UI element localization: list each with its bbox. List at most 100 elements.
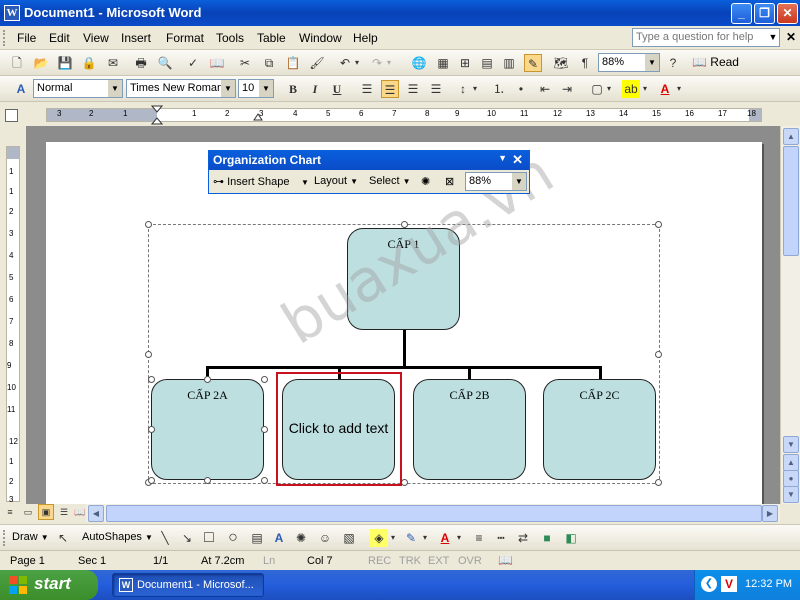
numbering-icon[interactable]: ⒈: [490, 80, 508, 98]
fit-text-icon[interactable]: ⊠: [445, 175, 454, 188]
select-objects-icon[interactable]: ↖: [54, 529, 72, 547]
line-color-icon[interactable]: ✎: [402, 529, 420, 547]
line-spacing-dropdown-icon[interactable]: ▾: [470, 80, 480, 98]
insert-table-icon[interactable]: ⊞: [456, 54, 474, 72]
document-close-button[interactable]: ✕: [786, 30, 796, 44]
start-button[interactable]: start: [0, 570, 98, 600]
org-toolbar-close-icon[interactable]: ✕: [512, 152, 523, 168]
zoom-combo[interactable]: 88% ▼: [598, 53, 660, 72]
research-icon[interactable]: 📖: [208, 54, 226, 72]
font-color-dropdown-icon[interactable]: ▾: [674, 80, 684, 98]
box-handle[interactable]: [261, 477, 268, 484]
help-icon[interactable]: ?: [664, 54, 682, 72]
print-icon[interactable]: 🖶: [132, 54, 150, 72]
vertical-ruler-track[interactable]: 1 1 2 3 4 5 6 7 8 9 10 11 12 1 2 3: [6, 146, 20, 504]
org-box-child-2[interactable]: Click to add text: [282, 379, 395, 480]
style-combo[interactable]: Normal ▼: [33, 79, 123, 98]
org-box-child-3[interactable]: CẤP 2B: [413, 379, 526, 480]
taskbar-word-button[interactable]: W Document1 - Microsof...: [112, 573, 264, 597]
org-box-top[interactable]: CẤP 1: [347, 228, 460, 330]
justify-icon[interactable]: ☰: [427, 80, 445, 98]
org-box-child-4[interactable]: CẤP 2C: [543, 379, 656, 480]
resize-handle[interactable]: [145, 221, 152, 228]
bold-button[interactable]: B: [284, 80, 302, 98]
ask-question-dropdown[interactable]: ▼: [766, 28, 780, 47]
org-box-child-1[interactable]: CẤP 2A: [151, 379, 264, 480]
columns-icon[interactable]: ▥: [500, 54, 518, 72]
box-handle[interactable]: [204, 477, 211, 484]
org-zoom-dropdown-icon[interactable]: ▼: [512, 173, 526, 190]
arrow-style-icon[interactable]: ⇄: [514, 529, 532, 547]
font-size-dropdown-icon[interactable]: ▼: [259, 80, 273, 97]
spelling-icon[interactable]: ✓: [184, 54, 202, 72]
insert-picture-icon[interactable]: ▧: [340, 529, 358, 547]
permission-icon[interactable]: 🔒: [80, 54, 98, 72]
scroll-thumb[interactable]: [783, 146, 799, 256]
box-handle[interactable]: [204, 376, 211, 383]
style-dropdown-icon[interactable]: ▼: [108, 80, 122, 97]
draw-menu-button[interactable]: Draw ▼: [12, 531, 49, 543]
menu-file[interactable]: File: [17, 31, 36, 45]
tray-clock[interactable]: 12:32 PM: [745, 578, 792, 590]
menu-view[interactable]: View: [83, 31, 109, 45]
tray-chevron-icon[interactable]: ❮: [701, 576, 717, 592]
autoshapes-button[interactable]: AutoShapes ▼: [82, 531, 153, 543]
underline-button[interactable]: U: [328, 80, 346, 98]
resize-handle[interactable]: [655, 479, 662, 486]
word-app-icon[interactable]: W: [4, 5, 20, 21]
toolbar-grip[interactable]: [3, 30, 6, 46]
rectangle-tool-icon[interactable]: □: [200, 529, 218, 547]
font-dropdown-icon[interactable]: ▼: [221, 80, 235, 97]
draw-font-color-icon[interactable]: A: [436, 529, 454, 547]
insert-excel-icon[interactable]: ▤: [478, 54, 496, 72]
ruler-track[interactable]: 3 2 1 1 2 3 4 5 6 7 8 9 10 11 12 13 14 1…: [46, 105, 762, 125]
bullets-icon[interactable]: •: [512, 80, 530, 98]
scroll-down-icon[interactable]: ▼: [783, 436, 799, 453]
menu-help[interactable]: Help: [353, 31, 378, 45]
layout-button[interactable]: Layout ▼: [314, 175, 358, 187]
resize-handle[interactable]: [655, 221, 662, 228]
redo-dropdown-icon[interactable]: ▾: [384, 54, 394, 72]
normal-view-icon[interactable]: ≡: [2, 504, 18, 520]
wordart-icon[interactable]: A: [270, 529, 288, 547]
outline-view-icon[interactable]: ☰: [56, 504, 72, 520]
scroll-right-icon[interactable]: ▶: [762, 505, 778, 522]
save-icon[interactable]: 💾: [56, 54, 74, 72]
select-button[interactable]: Select ▼: [369, 175, 411, 187]
minimize-button[interactable]: _: [731, 3, 752, 24]
drawing-icon[interactable]: ✎: [524, 54, 542, 72]
web-layout-icon[interactable]: ▭: [20, 504, 36, 520]
diagram-icon[interactable]: ✺: [292, 529, 310, 547]
scroll-left-icon[interactable]: ◀: [88, 505, 104, 522]
insert-shape-dropdown-icon[interactable]: ▼: [301, 178, 309, 187]
fill-color-icon[interactable]: ◈: [370, 529, 388, 547]
decrease-indent-icon[interactable]: ⇤: [536, 80, 554, 98]
toolbar-grip[interactable]: [3, 530, 6, 546]
format-painter-icon[interactable]: 🖌: [308, 54, 326, 72]
box-handle[interactable]: [261, 426, 268, 433]
close-button[interactable]: ✕: [777, 3, 798, 24]
textbox-tool-icon[interactable]: ▤: [248, 529, 266, 547]
line-color-dropdown-icon[interactable]: ▾: [420, 529, 430, 547]
draw-font-color-dropdown-icon[interactable]: ▾: [454, 529, 464, 547]
browse-object-icon[interactable]: ●: [783, 470, 799, 487]
box-handle[interactable]: [261, 376, 268, 383]
new-document-icon[interactable]: 🗋: [8, 54, 26, 72]
undo-dropdown-icon[interactable]: ▾: [352, 54, 362, 72]
dash-style-icon[interactable]: ┅: [492, 529, 510, 547]
ask-question-input[interactable]: Type a question for help: [632, 28, 780, 47]
copy-icon[interactable]: ⧉: [260, 54, 278, 72]
status-ext[interactable]: EXT: [428, 555, 449, 567]
tables-borders-icon[interactable]: ▦: [434, 54, 452, 72]
org-toolbar-titlebar[interactable]: Organization Chart ▼ ✕: [209, 151, 529, 170]
styles-formatting-icon[interactable]: A: [12, 80, 30, 98]
hyperlink-icon[interactable]: 🌐: [410, 54, 428, 72]
menu-window[interactable]: Window: [299, 31, 342, 45]
box-handle[interactable]: [148, 426, 155, 433]
increase-indent-icon[interactable]: ⇥: [558, 80, 576, 98]
status-rec[interactable]: REC: [368, 555, 391, 567]
menu-tools[interactable]: Tools: [216, 31, 244, 45]
tray-app-icon[interactable]: V: [721, 576, 737, 592]
font-color-icon[interactable]: A: [656, 80, 674, 98]
vertical-scrollbar[interactable]: ▲ ▼ ▲ ● ▼: [780, 126, 800, 504]
